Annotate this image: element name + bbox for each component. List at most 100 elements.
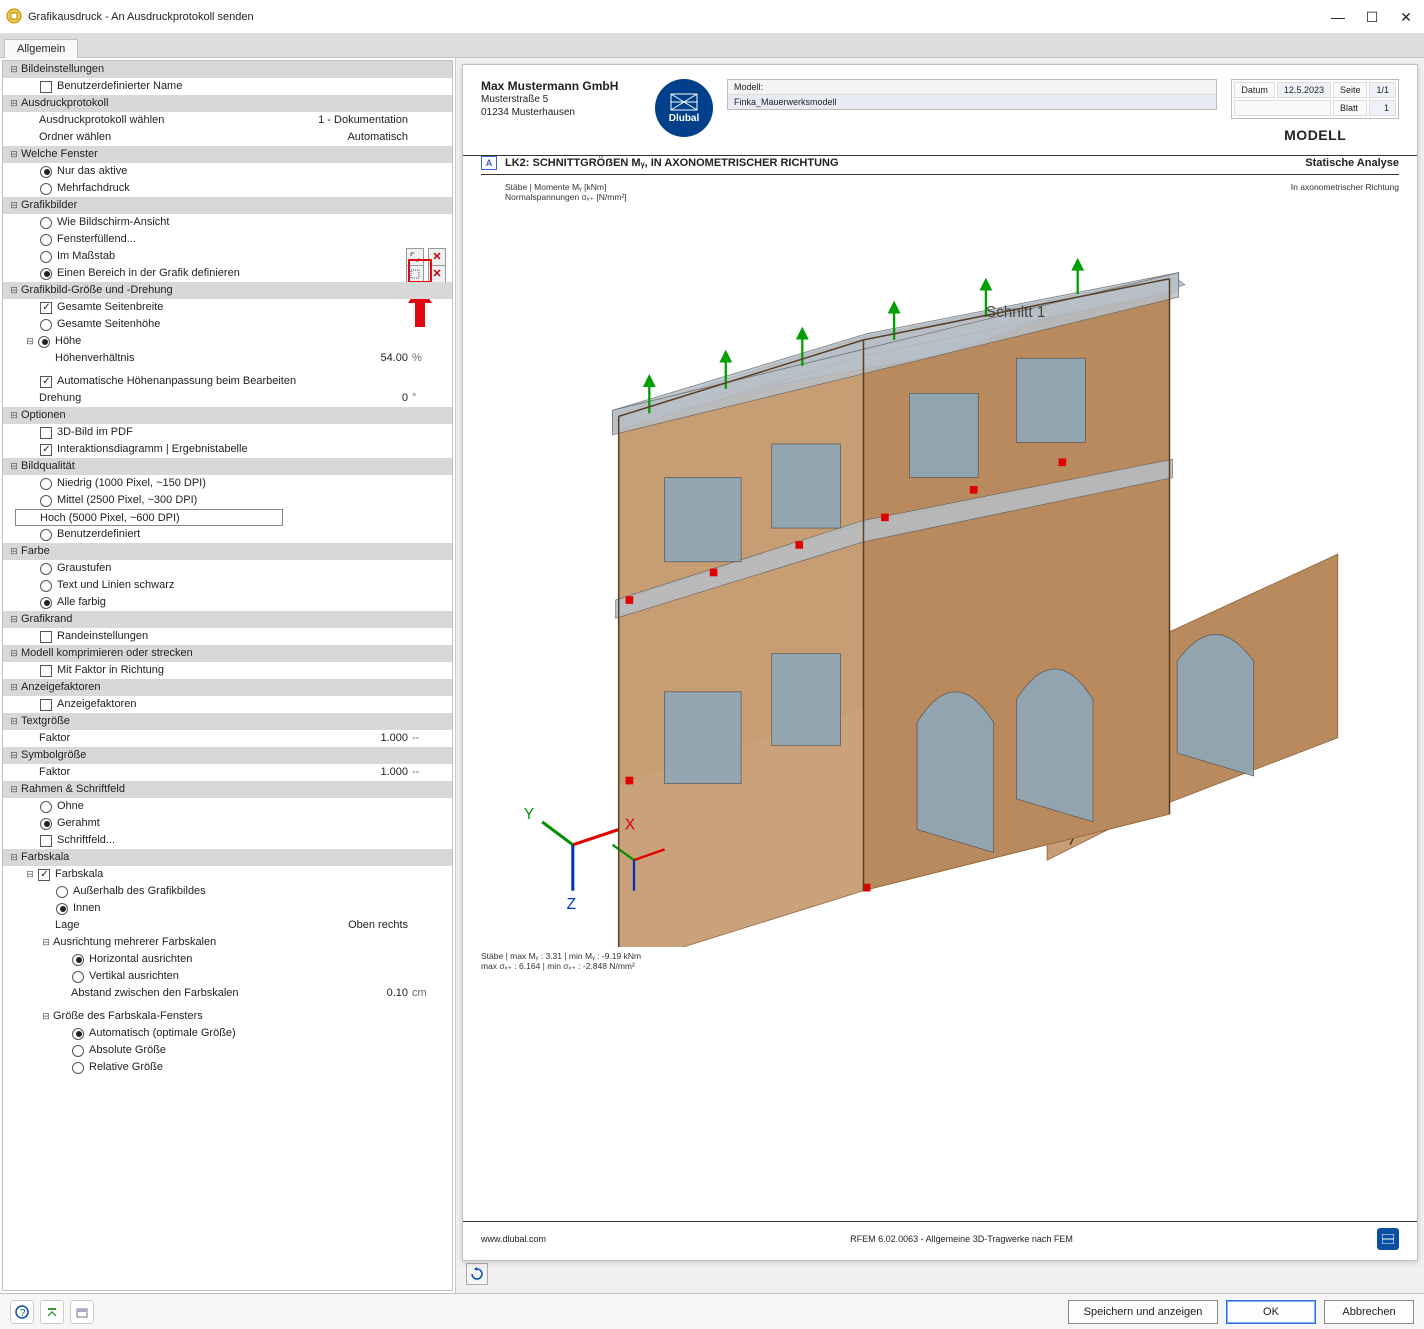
- row-anzeigefaktoren-sub[interactable]: Anzeigefaktoren: [3, 696, 452, 713]
- radio-gesamte-seitenhoehe[interactable]: [39, 318, 53, 332]
- check-3d-im-pdf[interactable]: [39, 426, 53, 440]
- row-hoehe[interactable]: ⊟Höhe: [3, 333, 452, 350]
- row-rahmen-gerahmt[interactable]: Gerahmt: [3, 815, 452, 832]
- row-bereich-definieren[interactable]: Einen Bereich in der Grafik definieren ✕: [3, 265, 452, 282]
- row-alle-farbig[interactable]: Alle farbig: [3, 594, 452, 611]
- row-farbskala-ausserhalb[interactable]: Außerhalb des Grafikbildes: [3, 883, 452, 900]
- fullscreen-icon[interactable]: [406, 248, 424, 266]
- row-bq-user[interactable]: Benutzerdefiniert: [3, 526, 452, 543]
- radio-ausr-vertikal[interactable]: [71, 970, 85, 984]
- check-randeinstellungen[interactable]: [39, 630, 53, 644]
- group-symbolgroesse[interactable]: ⊟Symbolgröße: [3, 747, 452, 764]
- row-graustufen[interactable]: Graustufen: [3, 560, 452, 577]
- group-bildqualitaet[interactable]: ⊟Bildqualität: [3, 458, 452, 475]
- radio-hoehe[interactable]: [37, 335, 51, 349]
- group-modell-komprimieren[interactable]: ⊟Modell komprimieren oder strecken: [3, 645, 452, 662]
- radio-mehrfachdruck[interactable]: [39, 182, 53, 196]
- radio-fenster-absolut[interactable]: [71, 1044, 85, 1058]
- row-ausr-horizontal[interactable]: Horizontal ausrichten: [3, 951, 452, 968]
- row-benutzerdef-name[interactable]: Benutzerdefinierter Name: [3, 78, 452, 95]
- cancel-button[interactable]: Abbrechen: [1324, 1300, 1414, 1324]
- group-rahmen[interactable]: ⊟Rahmen & Schriftfeld: [3, 781, 452, 798]
- row-abstand[interactable]: Abstand zwischen den Farbskalen0.10cm: [3, 985, 452, 1002]
- group-grafikbilder[interactable]: ⊟Grafikbilder: [3, 197, 452, 214]
- row-fensterfuellend[interactable]: Fensterfüllend...: [3, 231, 452, 248]
- radio-farbskala-ausserhalb[interactable]: [55, 885, 69, 899]
- group-farbskala[interactable]: ⊟Farbskala: [3, 849, 452, 866]
- settings-tree[interactable]: ⊟Bildeinstellungen Benutzerdefinierter N…: [2, 60, 453, 1291]
- row-fenster-absolut[interactable]: Absolute Größe: [3, 1042, 452, 1059]
- row-fenster-groesse[interactable]: ⊟Größe des Farbskala-Fensters: [3, 1008, 452, 1025]
- load-defaults-icon[interactable]: [70, 1300, 94, 1324]
- row-rahmen-ohne[interactable]: Ohne: [3, 798, 452, 815]
- row-text-linien-schwarz[interactable]: Text und Linien schwarz: [3, 577, 452, 594]
- radio-fensterfuellend[interactable]: [39, 233, 53, 247]
- row-ausr-vertikal[interactable]: Vertikal ausrichten: [3, 968, 452, 985]
- row-ausdruck-waehlen[interactable]: Ausdruckprotokoll wählen1 - Dokumentatio…: [3, 112, 452, 129]
- maximize-button[interactable]: ☐: [1362, 9, 1382, 26]
- delete-icon[interactable]: ✕: [428, 248, 446, 266]
- save-defaults-icon[interactable]: [40, 1300, 64, 1324]
- radio-alle-farbig[interactable]: [39, 596, 53, 610]
- radio-text-linien-schwarz[interactable]: [39, 579, 53, 593]
- check-mit-faktor[interactable]: [39, 664, 53, 678]
- ok-button[interactable]: OK: [1226, 1300, 1316, 1324]
- row-3d-im-pdf[interactable]: 3D-Bild im PDF: [3, 424, 452, 441]
- row-ordner-waehlen[interactable]: Ordner wählenAutomatisch: [3, 129, 452, 146]
- tab-general[interactable]: Allgemein: [4, 39, 78, 58]
- row-ausrichtung[interactable]: ⊟Ausrichtung mehrerer Farbskalen: [3, 934, 452, 951]
- area-cancel-icon[interactable]: ✕: [428, 265, 446, 283]
- radio-im-massstab[interactable]: [39, 250, 53, 264]
- row-bq-mittel[interactable]: Mittel (2500 Pixel, ~300 DPI): [3, 492, 452, 509]
- radio-rahmen-gerahmt[interactable]: [39, 817, 53, 831]
- save-and-show-button[interactable]: Speichern und anzeigen: [1068, 1300, 1218, 1324]
- row-farbskala-lage[interactable]: LageOben rechts: [3, 917, 452, 934]
- minimize-button[interactable]: —: [1328, 9, 1348, 26]
- check-farbskala[interactable]: [37, 868, 51, 882]
- group-bildeinstellungen[interactable]: ⊟Bildeinstellungen: [3, 61, 452, 78]
- radio-bereich-definieren[interactable]: [39, 267, 53, 281]
- row-gesamte-seitenbreite[interactable]: Gesamte Seitenbreite: [3, 299, 452, 316]
- row-nur-das-aktive[interactable]: Nur das aktive: [3, 163, 452, 180]
- group-optionen[interactable]: ⊟Optionen: [3, 407, 452, 424]
- row-wie-bildschirm[interactable]: Wie Bildschirm-Ansicht: [3, 214, 452, 231]
- group-welche-fenster[interactable]: ⊟Welche Fenster: [3, 146, 452, 163]
- row-mit-faktor[interactable]: Mit Faktor in Richtung: [3, 662, 452, 679]
- row-fenster-auto[interactable]: Automatisch (optimale Größe): [3, 1025, 452, 1042]
- row-mehrfachdruck[interactable]: Mehrfachdruck: [3, 180, 452, 197]
- row-hoehenverhaeltnis[interactable]: Höhenverhältnis54.00%: [3, 350, 452, 367]
- group-grafikrand[interactable]: ⊟Grafikrand: [3, 611, 452, 628]
- check-benutzerdef-name[interactable]: [39, 80, 53, 94]
- row-fenster-relativ[interactable]: Relative Größe: [3, 1059, 452, 1076]
- group-grafik-groesse[interactable]: ⊟Grafikbild-Größe und -Drehung: [3, 282, 452, 299]
- radio-graustufen[interactable]: [39, 562, 53, 576]
- radio-fenster-relativ[interactable]: [71, 1061, 85, 1075]
- row-farbskala-chk[interactable]: ⊟Farbskala: [3, 866, 452, 883]
- row-rahmen-schriftfeld[interactable]: Schriftfeld...: [3, 832, 452, 849]
- radio-wie-bildschirm[interactable]: [39, 216, 53, 230]
- row-drehung[interactable]: Drehung0°: [3, 390, 452, 407]
- row-randeinstellungen[interactable]: Randeinstellungen: [3, 628, 452, 645]
- radio-nur-das-aktive[interactable]: [39, 165, 53, 179]
- row-symbolgroesse-faktor[interactable]: Faktor1.000--: [3, 764, 452, 781]
- check-anzeigefaktoren[interactable]: [39, 698, 53, 712]
- row-auto-hoehe[interactable]: Automatische Höhenanpassung beim Bearbei…: [3, 373, 452, 390]
- help-icon[interactable]: ?: [10, 1300, 34, 1324]
- radio-bq-user[interactable]: [39, 528, 53, 542]
- group-ausdruckprotokoll[interactable]: ⊟Ausdruckprotokoll: [3, 95, 452, 112]
- group-anzeigefaktoren[interactable]: ⊟Anzeigefaktoren: [3, 679, 452, 696]
- check-interaktionsdiagramm[interactable]: [39, 443, 53, 457]
- close-button[interactable]: ✕: [1396, 9, 1416, 26]
- row-bq-hoch[interactable]: Hoch (5000 Pixel, ~600 DPI): [15, 509, 452, 526]
- row-textgroesse-faktor[interactable]: Faktor1.000--: [3, 730, 452, 747]
- radio-ausr-horizontal[interactable]: [71, 953, 85, 967]
- radio-rahmen-ohne[interactable]: [39, 800, 53, 814]
- radio-bq-mittel[interactable]: [39, 494, 53, 508]
- row-im-massstab[interactable]: Im Maßstab ✕: [3, 248, 452, 265]
- area-select-icon[interactable]: [406, 265, 424, 283]
- radio-fenster-auto[interactable]: [71, 1027, 85, 1041]
- check-auto-hoehe[interactable]: [39, 375, 53, 389]
- group-textgroesse[interactable]: ⊟Textgröße: [3, 713, 452, 730]
- check-gesamte-seitenbreite[interactable]: [39, 301, 53, 315]
- row-gesamte-seitenhoehe[interactable]: Gesamte Seitenhöhe: [3, 316, 452, 333]
